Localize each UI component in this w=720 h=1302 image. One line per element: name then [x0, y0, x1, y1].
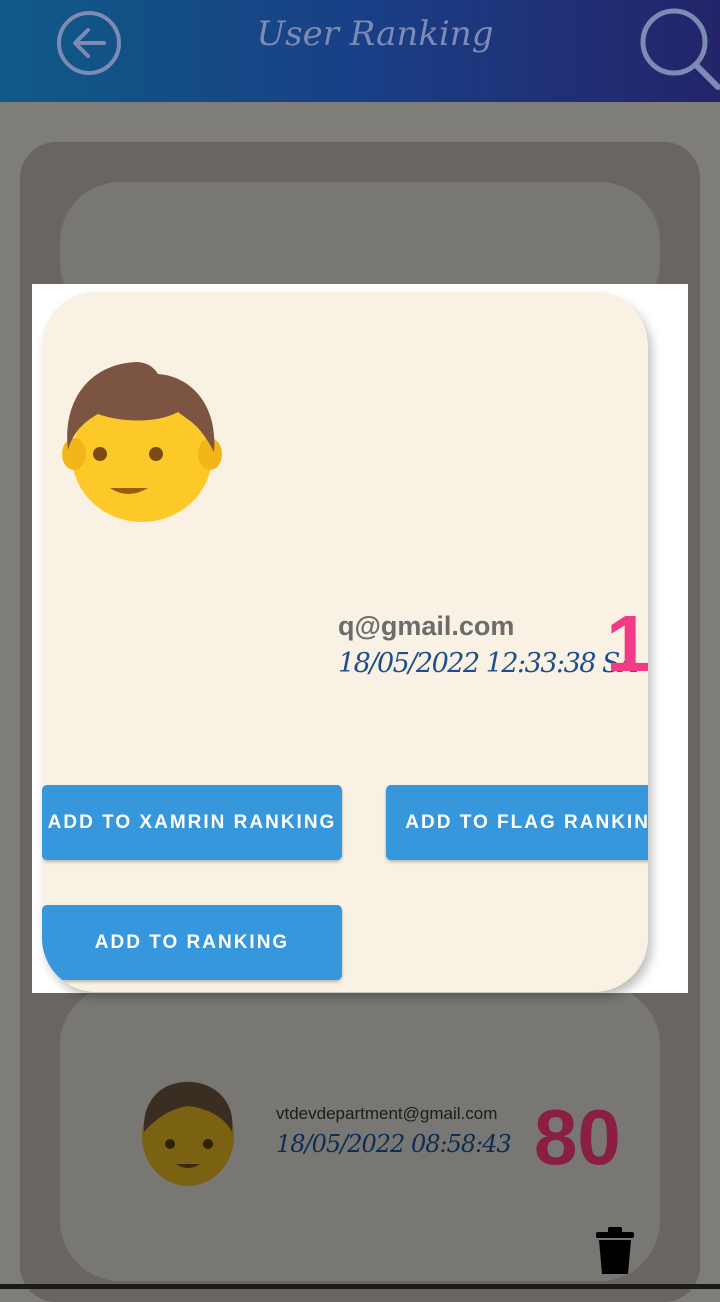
user-rank: 1	[606, 599, 648, 688]
user-detail-card: q@gmail.com 18/05/2022 12:33:38 SA 1 ADD…	[42, 292, 648, 992]
page-title: User Ranking	[256, 14, 494, 54]
add-to-xamrin-ranking-button[interactable]: ADD TO XAMRIN RANKING	[42, 785, 342, 860]
add-to-flag-ranking-button[interactable]: ADD TO FLAG RANKING	[386, 785, 648, 860]
add-to-ranking-button[interactable]: ADD TO RANKING	[42, 905, 342, 980]
search-icon[interactable]	[638, 6, 720, 90]
man-face-icon	[142, 1081, 234, 1186]
entry-score: 80	[534, 1093, 621, 1181]
man-face-icon	[62, 362, 222, 522]
bottom-edge	[0, 1284, 720, 1289]
app-header: User Ranking	[0, 0, 720, 102]
user-email: q@gmail.com	[338, 611, 515, 641]
trash-icon[interactable]	[594, 1226, 636, 1276]
entry-email: vtdevdepartment@gmail.com	[276, 1104, 498, 1123]
entry-date: 18/05/2022 08:58:43	[276, 1130, 512, 1158]
user-timestamp: 18/05/2022 12:33:38 SA	[338, 648, 639, 679]
